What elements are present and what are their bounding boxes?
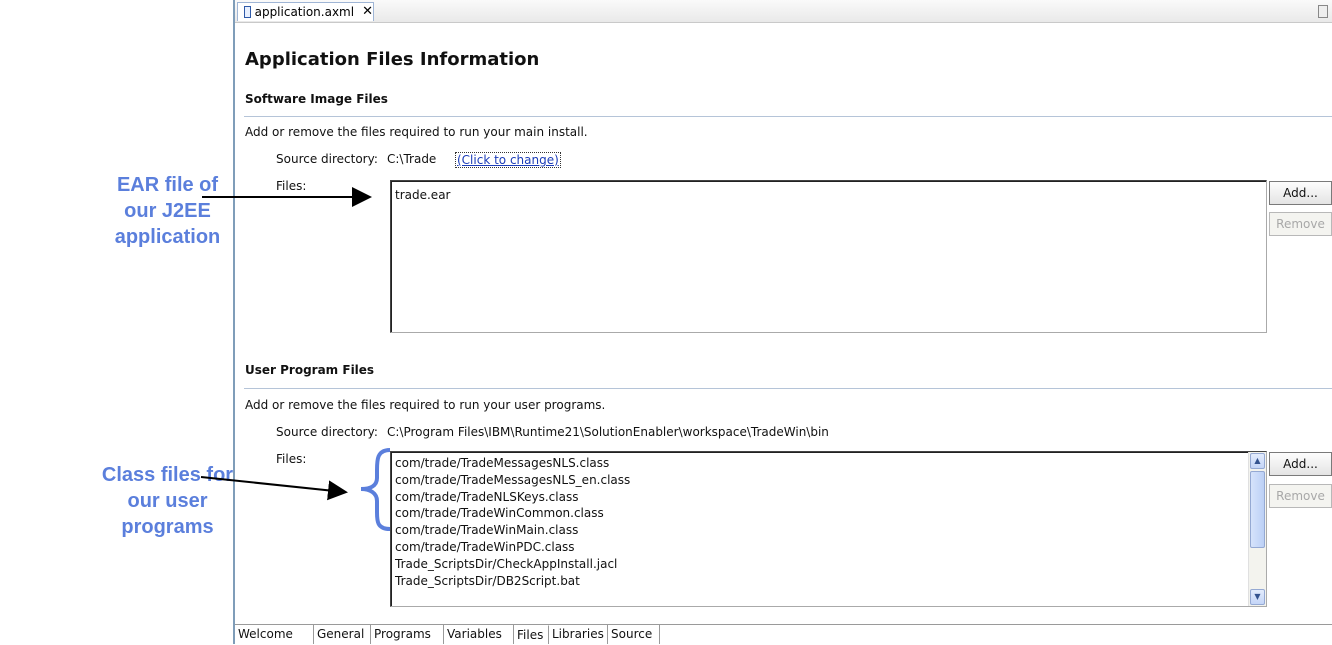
software-files-list[interactable]: trade.ear [390,180,1267,333]
close-icon[interactable]: ✕ [362,3,373,21]
annotation-class-line-3: programs [121,516,214,538]
list-item[interactable]: trade.ear [391,187,1266,204]
section-divider [244,388,1332,389]
software-source-label: Source directory: [276,152,378,166]
section-divider [244,116,1332,117]
scroll-down-icon[interactable]: ▼ [1250,589,1265,605]
annotation-class-files: Class files for our user programs [100,462,235,540]
user-files-label: Files: [276,452,307,466]
annotation-ear-line-2: our J2EE [124,200,211,222]
document-icon [244,6,251,18]
tab-files[interactable]: Files [514,625,549,644]
software-add-button[interactable]: Add... [1269,181,1332,205]
editor-tabstrip: application.axml ✕ [235,0,1332,23]
list-item[interactable]: com/trade/TradeWinCommon.class [391,505,1246,522]
software-source-value: C:\Trade [387,152,437,166]
scrollbar-thumb[interactable] [1250,471,1265,548]
tab-libraries[interactable]: Libraries [549,625,608,644]
annotation-class-line-1: Class files for [101,464,234,486]
list-item[interactable]: Trade_ScriptsDir/CheckAppInstall.jacl [391,556,1246,573]
scroll-up-icon[interactable]: ▲ [1250,453,1265,469]
list-item[interactable]: Trade_ScriptsDir/DB2Script.bat [391,573,1246,590]
annotation-ear-file: EAR file of our J2EE application [100,172,235,250]
tab-application-axml[interactable]: application.axml ✕ [237,2,374,21]
user-source-value: C:\Program Files\IBM\Runtime21\SolutionE… [387,425,829,439]
section-header-user: User Program Files [245,363,375,377]
tab-label: application.axml [254,5,355,19]
tab-programs[interactable]: Programs [371,625,444,644]
software-files-label: Files: [276,179,307,193]
page-title: Application Files Information [245,49,540,70]
list-item[interactable]: com/trade/TradeMessagesNLS_en.class [391,472,1246,489]
section-header-software: Software Image Files [245,92,388,106]
user-description: Add or remove the files required to run … [245,398,606,412]
page-tabs: Welcome General Programs Variables Files Libr… [235,624,1332,645]
user-files-list[interactable]: com/trade/TradeMessagesNLS.class com/trad… [390,451,1267,607]
tab-variables[interactable]: Variables [444,625,514,644]
list-item[interactable]: com/trade/TradeMessagesNLS.class [391,455,1246,472]
editor-window: application.axml ✕ Application Files Inf… [233,0,1332,645]
software-remove-button[interactable]: Remove [1269,212,1332,236]
software-description: Add or remove the files required to run … [245,125,588,139]
tab-general[interactable]: General [314,625,371,644]
list-item[interactable]: com/trade/TradeNLSKeys.class [391,489,1246,506]
annotation-ear-line-1: EAR file of [116,174,219,196]
maximize-icon[interactable] [1318,5,1328,18]
tab-welcome[interactable]: Welcome [235,625,314,644]
list-item[interactable]: com/trade/TradeWinPDC.class [391,539,1246,556]
user-source-label: Source directory: [276,425,378,439]
change-directory-link[interactable]: (Click to change) [455,152,561,168]
vertical-scrollbar[interactable]: ▲ ▼ [1248,452,1266,606]
user-remove-button[interactable]: Remove [1269,484,1332,508]
annotation-ear-line-3: application [114,226,221,248]
annotation-class-line-2: our user [127,490,208,512]
user-add-button[interactable]: Add... [1269,452,1332,476]
tab-source[interactable]: Source [608,625,660,644]
list-item[interactable]: com/trade/TradeWinMain.class [391,522,1246,539]
